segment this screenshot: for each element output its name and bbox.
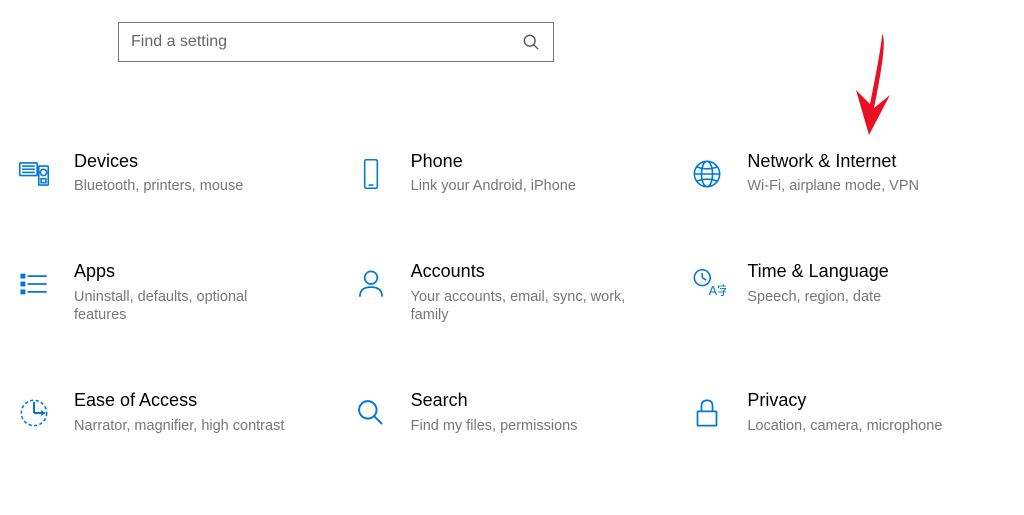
category-title: Search bbox=[411, 389, 578, 412]
category-search[interactable]: Search Find my files, permissions bbox=[349, 389, 676, 435]
apps-icon bbox=[12, 262, 56, 306]
category-title: Privacy bbox=[747, 389, 942, 412]
settings-grid: Devices Bluetooth, printers, mouse Phone… bbox=[12, 150, 1012, 436]
ease-of-access-icon bbox=[12, 391, 56, 435]
category-desc: Speech, region, date bbox=[747, 288, 888, 307]
globe-icon bbox=[685, 152, 729, 196]
category-desc: Bluetooth, printers, mouse bbox=[74, 177, 243, 196]
category-privacy[interactable]: Privacy Location, camera, microphone bbox=[685, 389, 1012, 435]
category-title: Accounts bbox=[411, 260, 631, 283]
category-desc: Link your Android, iPhone bbox=[411, 177, 576, 196]
svg-text:A字: A字 bbox=[709, 284, 726, 298]
category-title: Devices bbox=[74, 150, 243, 173]
category-title: Ease of Access bbox=[74, 389, 284, 412]
category-time-language[interactable]: A字 Time & Language Speech, region, date bbox=[685, 260, 1012, 325]
search-input[interactable] bbox=[131, 33, 521, 51]
phone-icon bbox=[349, 152, 393, 196]
category-phone[interactable]: Phone Link your Android, iPhone bbox=[349, 150, 676, 196]
category-desc: Find my files, permissions bbox=[411, 417, 578, 436]
category-devices[interactable]: Devices Bluetooth, printers, mouse bbox=[12, 150, 339, 196]
category-title: Time & Language bbox=[747, 260, 888, 283]
category-ease-of-access[interactable]: Ease of Access Narrator, magnifier, high… bbox=[12, 389, 339, 435]
category-title: Apps bbox=[74, 260, 294, 283]
category-desc: Uninstall, defaults, optional features bbox=[74, 288, 294, 326]
search-icon bbox=[521, 32, 541, 52]
time-language-icon: A字 bbox=[685, 262, 729, 306]
annotation-arrow bbox=[826, 30, 906, 140]
category-desc: Wi-Fi, airplane mode, VPN bbox=[747, 177, 919, 196]
category-desc: Location, camera, microphone bbox=[747, 417, 942, 436]
search-box[interactable] bbox=[118, 22, 554, 62]
category-accounts[interactable]: Accounts Your accounts, email, sync, wor… bbox=[349, 260, 676, 325]
category-desc: Your accounts, email, sync, work, family bbox=[411, 288, 631, 326]
category-desc: Narrator, magnifier, high contrast bbox=[74, 417, 284, 436]
person-icon bbox=[349, 262, 393, 306]
category-title: Network & Internet bbox=[747, 150, 919, 173]
devices-icon bbox=[12, 152, 56, 196]
category-network-internet[interactable]: Network & Internet Wi-Fi, airplane mode,… bbox=[685, 150, 1012, 196]
lock-icon bbox=[685, 391, 729, 435]
magnifier-icon bbox=[349, 391, 393, 435]
category-apps[interactable]: Apps Uninstall, defaults, optional featu… bbox=[12, 260, 339, 325]
category-title: Phone bbox=[411, 150, 576, 173]
